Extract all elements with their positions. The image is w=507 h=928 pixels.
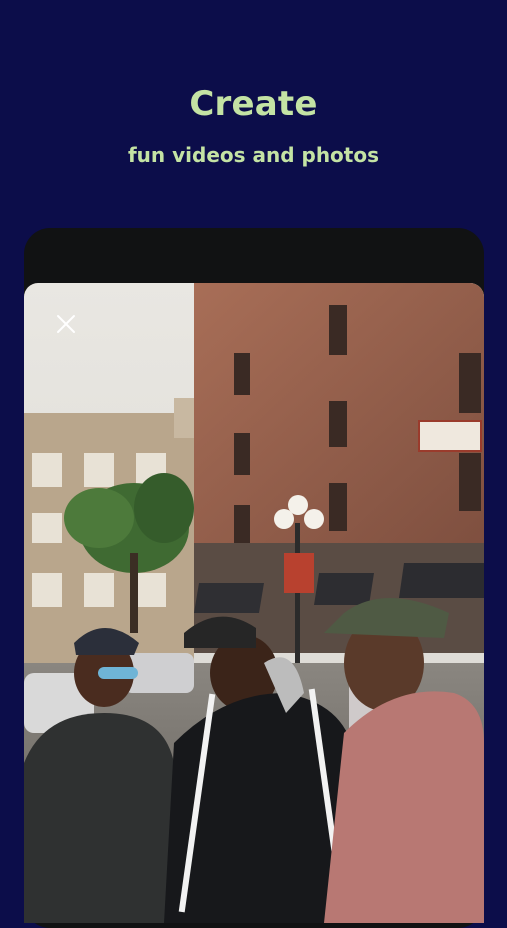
onboarding-subtitle: fun videos and photos [127,143,380,167]
photo-preview [24,283,484,923]
onboarding-title: Create [189,84,318,124]
close-icon [57,315,75,333]
close-button[interactable] [54,312,78,336]
